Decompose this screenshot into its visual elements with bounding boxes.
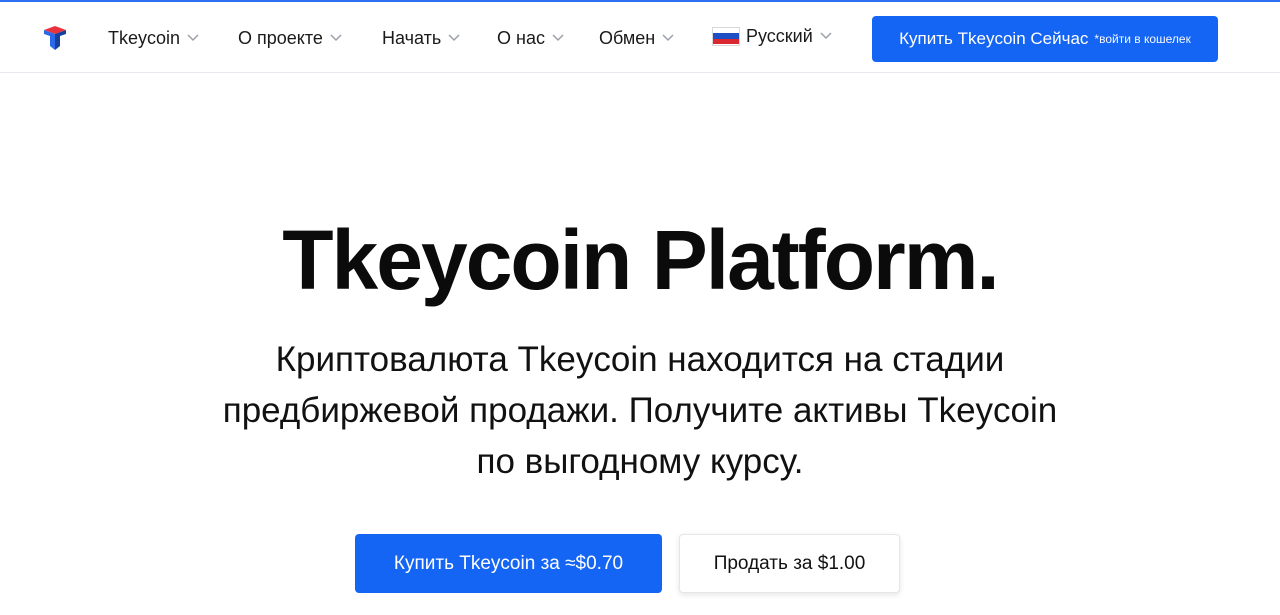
nav-item-label: Обмен bbox=[599, 27, 656, 48]
language-selector[interactable]: Русский bbox=[712, 22, 832, 50]
buy-now-button[interactable]: Купить Tkeycoin Сейчас *войти в кошелек bbox=[872, 16, 1218, 62]
buy-tkeycoin-button[interactable]: Купить Tkeycoin за ≈$0.70 bbox=[355, 534, 662, 593]
chevron-down-icon bbox=[552, 34, 564, 42]
nav-item-exchange[interactable]: Обмен bbox=[599, 24, 674, 52]
buy-now-label: Купить Tkeycoin Сейчас bbox=[899, 29, 1089, 48]
sell-label: Продать за $1.00 bbox=[713, 552, 866, 574]
russia-flag-icon bbox=[712, 26, 740, 46]
chevron-down-icon bbox=[330, 34, 342, 42]
chevron-down-icon bbox=[448, 34, 460, 42]
nav-item-label: Tkeycoin bbox=[108, 27, 181, 48]
buy-tkeycoin-label: Купить Tkeycoin за ≈$0.70 bbox=[393, 552, 624, 574]
chevron-down-icon bbox=[662, 34, 674, 42]
sell-button[interactable]: Продать за $1.00 bbox=[679, 534, 900, 593]
nav-item-about-us[interactable]: О нас bbox=[497, 24, 564, 52]
buy-now-note: *войти в кошелек bbox=[1094, 32, 1191, 46]
nav-item-label: О нас bbox=[497, 27, 545, 48]
nav-item-about-project[interactable]: О проекте bbox=[238, 24, 342, 52]
nav-item-label: Начать bbox=[382, 27, 442, 48]
nav-item-start[interactable]: Начать bbox=[382, 24, 460, 52]
hero-title: Tkeycoin Platform. bbox=[282, 213, 1000, 307]
tkeycoin-logo-icon[interactable] bbox=[42, 24, 68, 52]
site-header: Tkeycoin О проекте Начать О нас Обмен Ру… bbox=[0, 2, 1280, 73]
chevron-down-icon bbox=[187, 34, 199, 42]
nav-item-label: О проекте bbox=[238, 27, 323, 48]
language-label: Русский bbox=[746, 25, 813, 46]
hero-subtitle: Криптовалюта Tkeycoin находится на стади… bbox=[222, 340, 1058, 481]
nav-item-tkeycoin[interactable]: Tkeycoin bbox=[108, 24, 199, 52]
chevron-down-icon bbox=[820, 32, 832, 40]
